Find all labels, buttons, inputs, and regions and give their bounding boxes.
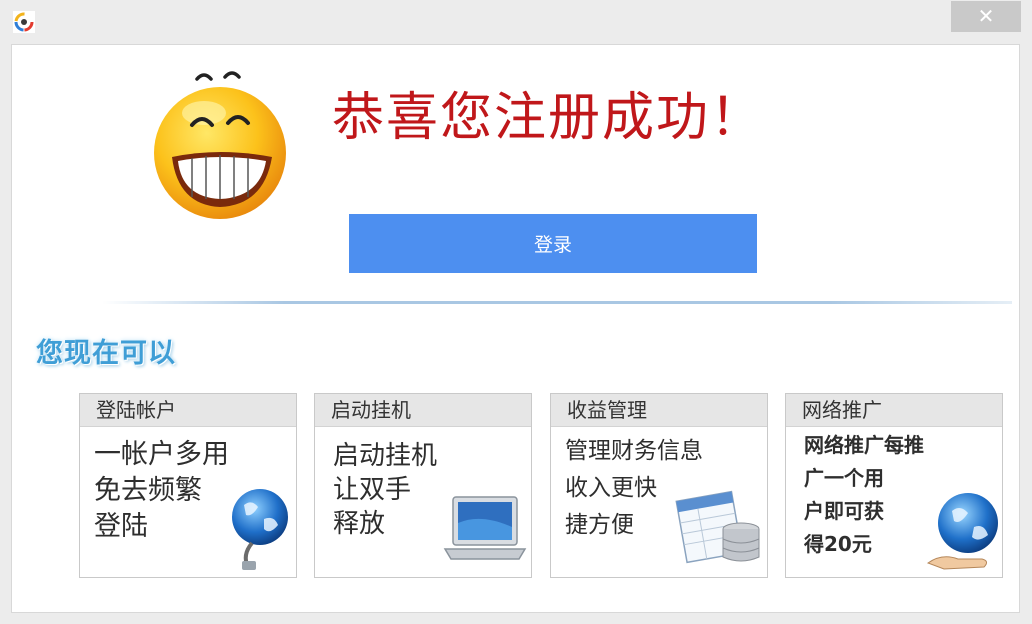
card-text-line: 启动挂机: [333, 441, 438, 471]
page-title: 恭喜您注册成功！: [332, 88, 765, 148]
card-text-line: 登陆: [94, 511, 148, 542]
card-text-line: 免去频繁: [94, 475, 202, 506]
content-panel: 恭喜您注册成功！ 登录 您现在可以 登陆帐户 一帐户多用 免去频繁 登陆 启动挂…: [11, 44, 1020, 613]
laptop-icon: [443, 496, 527, 560]
globe-hand-icon: [926, 493, 998, 570]
title-bar: ✕: [0, 0, 1032, 44]
close-button[interactable]: ✕: [951, 1, 1021, 32]
card-text-line: 一帐户多用: [94, 439, 229, 470]
section-title: 您现在可以: [36, 338, 176, 369]
grinning-smiley-icon: [154, 71, 286, 219]
finance-database-icon: [675, 490, 760, 564]
divider: [102, 301, 1012, 304]
card-text-line: 让双手: [333, 475, 412, 505]
card-text-line: 网络推广每推: [804, 433, 924, 457]
card-title: 收益管理: [551, 394, 767, 427]
close-icon: ✕: [977, 4, 995, 28]
card-text-line: 得20元: [804, 532, 872, 556]
card-text-line: 管理财务信息: [565, 438, 703, 464]
feature-card-earnings[interactable]: 收益管理 管理财务信息 收入更快 捷方便: [550, 393, 768, 578]
card-text-line: 户即可获: [804, 499, 884, 523]
card-title: 网络推广: [786, 394, 1002, 427]
app-logo-icon: [13, 11, 35, 33]
globe-network-icon: [232, 489, 288, 570]
login-button[interactable]: 登录: [349, 214, 757, 273]
card-text-line: 广一个用: [804, 466, 884, 490]
feature-card-autorun[interactable]: 启动挂机 启动挂机 让双手 释放: [314, 393, 532, 578]
feature-card-account[interactable]: 登陆帐户 一帐户多用 免去频繁 登陆: [79, 393, 297, 578]
feature-card-promotion[interactable]: 网络推广 网络推广每推 广一个用 户即可获 得20元: [785, 393, 1003, 578]
card-text-line: 释放: [333, 509, 386, 539]
card-title: 登陆帐户: [80, 394, 296, 427]
card-title: 启动挂机: [315, 394, 531, 427]
